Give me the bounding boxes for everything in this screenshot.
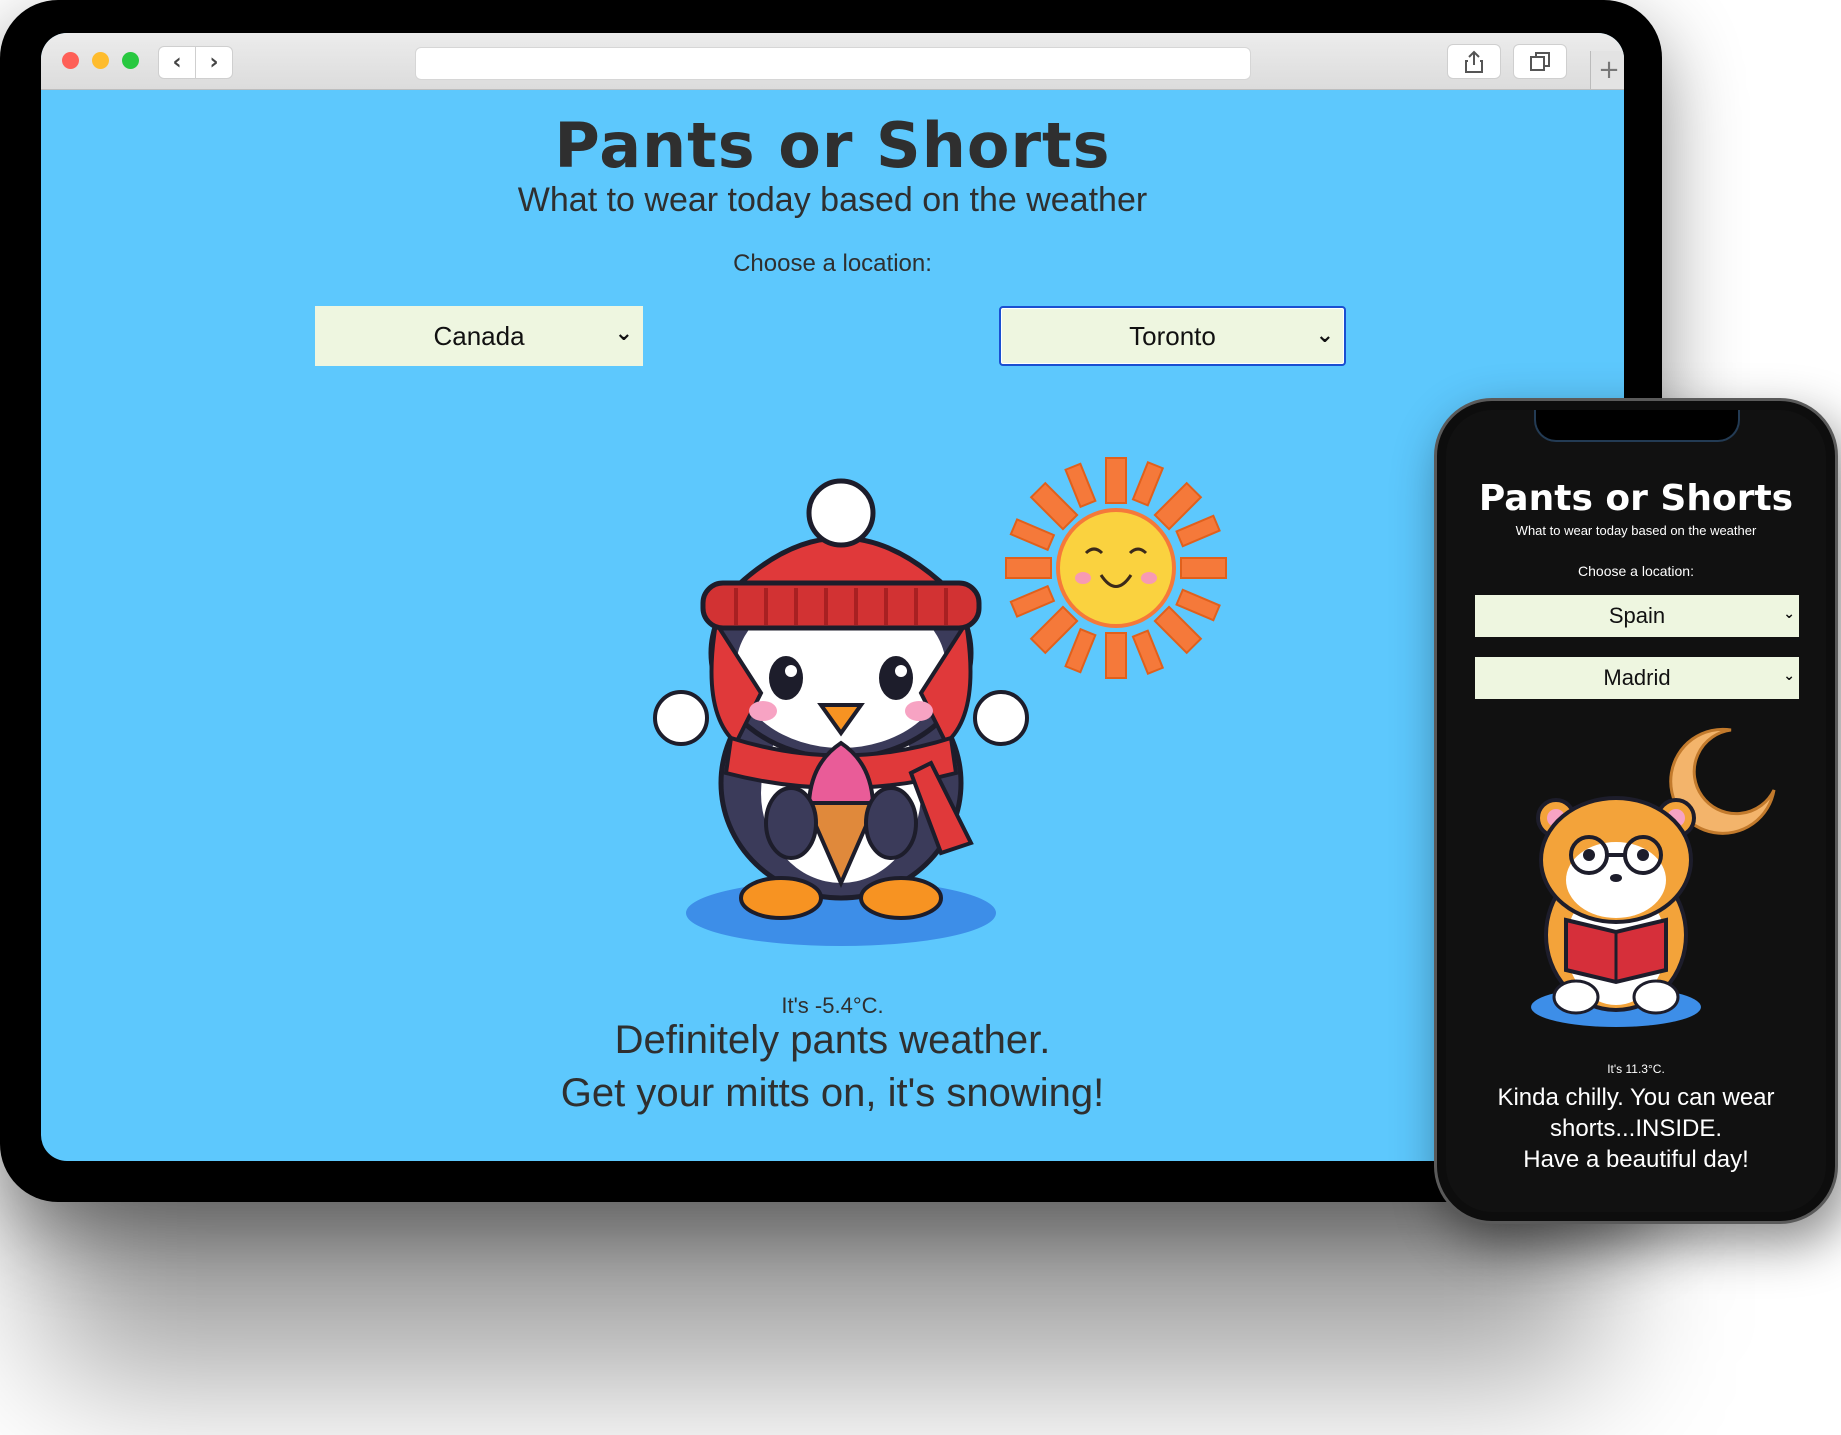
- chevron-left-icon: ‹: [172, 50, 182, 75]
- share-button[interactable]: [1447, 44, 1501, 79]
- penguin-with-ice-cream-icon: [653, 478, 1029, 946]
- maximize-window-button[interactable]: [122, 52, 139, 69]
- browser-toolbar: ‹ › +: [41, 33, 1624, 90]
- minimize-window-button[interactable]: [92, 52, 109, 69]
- choose-location-label: Choose a location:: [1578, 563, 1694, 579]
- country-select[interactable]: Canada ⌄: [315, 306, 643, 366]
- temperature-text: It's 11.3°C.: [1607, 1062, 1665, 1076]
- back-button[interactable]: ‹: [158, 46, 196, 79]
- weather-message-line-1: Kinda chilly. You can wear shorts...INSI…: [1497, 1084, 1775, 1142]
- country-select-value: Spain: [1608, 603, 1666, 628]
- chevron-down-icon: ⌄: [614, 321, 633, 346]
- city-select[interactable]: Madrid ⌄: [1475, 657, 1799, 699]
- share-icon: [1465, 50, 1483, 73]
- weather-message: Kinda chilly. You can wear shorts...INSI…: [1466, 1082, 1806, 1175]
- new-tab-button[interactable]: +: [1590, 51, 1624, 89]
- close-window-button[interactable]: [62, 52, 79, 69]
- page-title: Pants or Shorts: [554, 109, 1111, 182]
- country-select[interactable]: Spain ⌄: [1475, 595, 1799, 637]
- chevron-down-icon: ⌄: [1315, 323, 1334, 348]
- address-bar[interactable]: [415, 47, 1251, 80]
- chevron-right-icon: ›: [209, 50, 219, 75]
- city-select[interactable]: Toronto ⌄: [999, 306, 1346, 366]
- chevron-down-icon: ⌄: [1783, 606, 1795, 622]
- tabs-icon: [1530, 51, 1550, 71]
- page-subtitle: What to wear today based on the weather: [517, 181, 1148, 219]
- country-select-value: Canada: [433, 320, 525, 351]
- phone-notch: [1534, 410, 1740, 442]
- phone-screen: Pants or Shorts What to wear today based…: [1446, 410, 1826, 1212]
- page-title: Pants or Shorts: [1478, 478, 1794, 519]
- show-tabs-button[interactable]: [1513, 44, 1567, 79]
- sun-icon: [1005, 457, 1227, 679]
- city-select-value: Toronto: [1129, 320, 1216, 351]
- tablet-screen: ‹ › + Pants or Shorts What to wear today…: [41, 33, 1624, 1161]
- weather-message-line-2: Have a beautiful day!: [1523, 1146, 1749, 1173]
- choose-location-label: Choose a location:: [733, 250, 932, 277]
- hamster-reading-icon: [1531, 727, 1776, 1027]
- temperature-text: It's -5.4°C.: [781, 993, 884, 1018]
- page-subtitle: What to wear today based on the weather: [1515, 523, 1757, 538]
- chevron-down-icon: ⌄: [1783, 668, 1795, 684]
- plus-icon: +: [1598, 55, 1620, 85]
- forward-button[interactable]: ›: [195, 46, 233, 79]
- weather-message-line-1: Definitely pants weather.: [614, 1018, 1051, 1062]
- weather-message-line-2: Get your mitts on, it's snowing!: [560, 1071, 1105, 1115]
- city-select-value: Madrid: [1603, 665, 1671, 690]
